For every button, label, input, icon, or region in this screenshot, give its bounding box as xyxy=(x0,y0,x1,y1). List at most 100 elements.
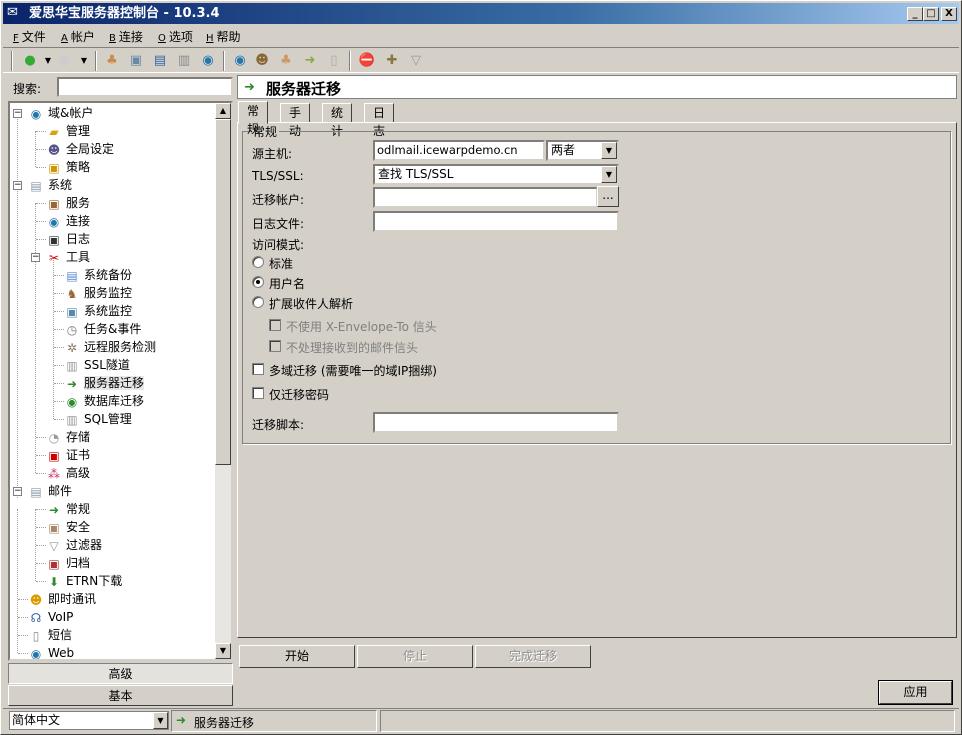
menu-help[interactable]: H 帮助 xyxy=(206,28,241,45)
migration-arrow-icon: ➜ xyxy=(176,713,187,727)
tree-item-tools[interactable]: ✂ 工具 xyxy=(46,248,90,266)
expand-toggle[interactable]: − xyxy=(13,181,22,190)
menu-file[interactable]: F 文件 xyxy=(13,28,46,45)
tree-item-backup[interactable]: ▤ 系统备份 xyxy=(64,266,132,284)
tab-general[interactable]: 常规 xyxy=(238,101,269,136)
radio-username-label[interactable]: 用户名 xyxy=(269,275,305,292)
tree-item-advanced[interactable]: ⁂ 高级 xyxy=(46,464,90,482)
tab-stats[interactable]: 统计 xyxy=(322,103,353,138)
expand-toggle[interactable]: − xyxy=(13,487,22,496)
radio-extended[interactable] xyxy=(252,296,264,308)
checkbox-password-only-label[interactable]: 仅迁移密码 xyxy=(269,386,329,403)
menu-account[interactable]: A 帐户 xyxy=(61,28,95,45)
web-icon[interactable]: ◉ xyxy=(231,52,249,70)
chart-icon[interactable]: ▥ xyxy=(175,52,193,70)
checkbox-no-xenvelope-label[interactable]: 不使用 X-Envelope-To 信头 xyxy=(286,318,437,335)
tree-item-mail-general[interactable]: ➜ 常规 xyxy=(46,500,90,518)
tree-item-certificates[interactable]: ▣ 证书 xyxy=(46,446,90,464)
tree-item-log[interactable]: ▣ 日志 xyxy=(46,230,90,248)
back-icon[interactable]: ● xyxy=(21,52,39,70)
windows-icon[interactable]: ▣ xyxy=(127,52,145,70)
user-icon[interactable]: ☻ xyxy=(253,52,271,70)
tree-item-db-migration[interactable]: ◉ 数据库迁移 xyxy=(64,392,144,410)
forward-dropdown-icon[interactable]: ▼ xyxy=(75,52,93,70)
globe-icon[interactable]: ◉ xyxy=(199,52,217,70)
tree-item-sql-manager[interactable]: ▥ SQL管理 xyxy=(64,410,131,428)
tree-item-system-monitor[interactable]: ▣ 系统监控 xyxy=(64,302,132,320)
menu-connection[interactable]: B 连接 xyxy=(109,28,143,45)
minimize-button[interactable]: _ xyxy=(907,7,923,21)
users-icon[interactable]: ♣ xyxy=(103,52,121,70)
menu-options[interactable]: O 选项 xyxy=(158,28,193,45)
advanced-mode-button[interactable]: 高级 xyxy=(8,663,233,684)
tree-item-etrn[interactable]: ⬇ ETRN下载 xyxy=(46,572,122,590)
start-button[interactable]: 开始 xyxy=(239,645,355,668)
tree-item-policy[interactable]: ▣ 策略 xyxy=(46,158,90,176)
script-input[interactable] xyxy=(373,412,619,433)
tree-item-archive[interactable]: ▣ 归档 xyxy=(46,554,90,572)
source-mode-select[interactable]: 两者 ▼ xyxy=(546,140,619,161)
stop-icon[interactable]: ⛔ xyxy=(358,52,376,70)
forward-icon[interactable]: ● xyxy=(55,52,73,70)
arrow-icon[interactable]: ➜ xyxy=(301,52,319,70)
tree-item-remote-check[interactable]: ✲ 远程服务检测 xyxy=(64,338,156,356)
checkbox-no-received-label[interactable]: 不处理接收到的邮件信头 xyxy=(286,339,418,356)
apply-button[interactable]: 应用 xyxy=(879,681,952,704)
tree-item-sms[interactable]: ▯ 短信 xyxy=(28,626,72,644)
search-input[interactable] xyxy=(57,77,233,97)
finish-migration-button[interactable]: 完成迁移 xyxy=(475,645,591,668)
checkbox-no-received[interactable] xyxy=(269,340,281,352)
tree-item-services[interactable]: ▣ 服务 xyxy=(46,194,90,212)
list-icon[interactable]: ▤ xyxy=(151,52,169,70)
close-button[interactable]: X xyxy=(941,7,957,21)
expand-toggle[interactable]: − xyxy=(31,253,40,262)
tab-manual[interactable]: 手动 xyxy=(280,103,311,138)
tree-item-web[interactable]: ◉ Web xyxy=(28,644,74,659)
tree-item-mail[interactable]: ▤ 邮件 xyxy=(28,482,72,500)
tree-item-tasks[interactable]: ◷ 任务&事件 xyxy=(64,320,142,338)
tab-log[interactable]: 日志 xyxy=(364,103,395,138)
tree-item-filters[interactable]: ▽ 过滤器 xyxy=(46,536,102,554)
checkbox-multidomain-label[interactable]: 多域迁移 (需要唯一的域IP捆绑) xyxy=(269,362,437,379)
radio-standard-label[interactable]: 标准 xyxy=(269,255,293,272)
tls-select[interactable]: 查找 TLS/SSL ▼ xyxy=(373,164,619,185)
tree-item-server-migration[interactable]: ➜ 服务器迁移 xyxy=(64,374,145,392)
expand-toggle[interactable]: − xyxy=(13,109,22,118)
language-select[interactable]: 简体中文 ▼ xyxy=(9,711,169,730)
filter-icon[interactable]: ▽ xyxy=(407,52,425,70)
basic-mode-button[interactable]: 基本 xyxy=(8,685,233,706)
chevron-down-icon[interactable]: ▼ xyxy=(601,142,617,159)
scroll-up-icon[interactable]: ▲ xyxy=(215,103,231,119)
source-host-input[interactable]: odlmail.icewarpdemo.cn xyxy=(373,140,545,161)
tree-item-voip[interactable]: ☊ VoIP xyxy=(28,608,74,626)
stop-button[interactable]: 停止 xyxy=(357,645,473,668)
tree-item-im[interactable]: ☻ 即时通讯 xyxy=(28,590,96,608)
tree-scrollbar[interactable]: ▲ ▼ xyxy=(215,103,231,659)
scroll-thumb[interactable] xyxy=(215,119,231,465)
browse-button[interactable]: ... xyxy=(597,186,619,207)
tree-item-service-monitor[interactable]: ♞ 服务监控 xyxy=(64,284,132,302)
logfile-input[interactable] xyxy=(373,211,619,232)
tree-item-system[interactable]: ▤ 系统 xyxy=(28,176,72,194)
tree-item-global-settings[interactable]: ☻ 全局设定 xyxy=(46,140,114,158)
plug-icon[interactable]: ✚ xyxy=(383,52,401,70)
tree-item-domains[interactable]: ◉ 域&帐户 xyxy=(28,104,94,122)
checkbox-no-xenvelope[interactable] xyxy=(269,319,281,331)
checkbox-multidomain[interactable] xyxy=(252,363,264,375)
tree-item-storage[interactable]: ◔ 存储 xyxy=(46,428,90,446)
radio-standard[interactable] xyxy=(252,256,264,268)
maximize-button[interactable]: □ xyxy=(923,7,939,21)
tree-item-connection[interactable]: ◉ 连接 xyxy=(46,212,90,230)
tree-item-manage[interactable]: ▰ 管理 xyxy=(46,122,90,140)
checkbox-password-only[interactable] xyxy=(252,387,264,399)
tree-item-security[interactable]: ▣ 安全 xyxy=(46,518,90,536)
account-input[interactable] xyxy=(373,187,598,208)
chevron-down-icon[interactable]: ▼ xyxy=(601,166,617,183)
radio-extended-label[interactable]: 扩展收件人解析 xyxy=(269,295,353,312)
scroll-down-icon[interactable]: ▼ xyxy=(215,643,231,659)
radio-username[interactable] xyxy=(252,276,264,288)
document-icon[interactable]: ▯ xyxy=(325,52,343,70)
chevron-down-icon[interactable]: ▼ xyxy=(153,712,168,729)
group-icon[interactable]: ♣ xyxy=(277,52,295,70)
tree-item-ssl-tunnel[interactable]: ▥ SSL隧道 xyxy=(64,356,130,374)
